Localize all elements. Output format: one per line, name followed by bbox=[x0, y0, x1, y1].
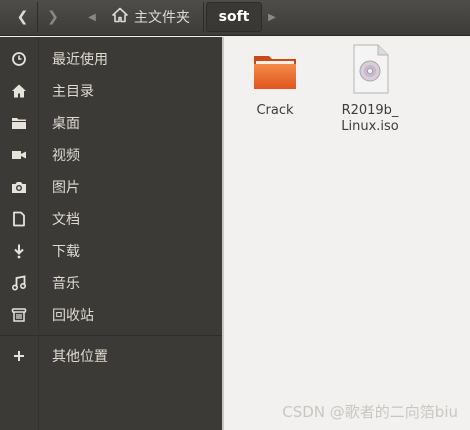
sidebar-item-label: 主目录 bbox=[52, 84, 94, 100]
path-scroll-left-button[interactable]: ◀ bbox=[82, 2, 102, 32]
breadcrumb-home-label: 主文件夹 bbox=[134, 10, 190, 26]
sidebar-item-trash[interactable]: 回收站 bbox=[0, 300, 222, 330]
sidebar-item-recent[interactable]: 最近使用 bbox=[0, 44, 222, 74]
sidebar-item-label: 文档 bbox=[52, 212, 80, 228]
sidebar: 最近使用 主目录 桌面 视频 图片 文档 下载 音乐 回收站 其他位置 bbox=[0, 37, 222, 430]
folder-icon bbox=[251, 47, 299, 99]
camera-icon bbox=[0, 172, 38, 202]
chevron-right-icon: ❯ bbox=[47, 9, 59, 25]
watermark: CSDN @歌者的二向箔biu bbox=[282, 403, 458, 421]
sidebar-item-label: 最近使用 bbox=[52, 52, 108, 68]
video-icon bbox=[0, 140, 38, 170]
breadcrumb-current[interactable]: soft bbox=[206, 2, 262, 32]
sidebar-item-documents[interactable]: 文档 bbox=[0, 204, 222, 234]
sidebar-item-videos[interactable]: 视频 bbox=[0, 140, 222, 170]
triangle-left-icon: ◀ bbox=[88, 11, 96, 23]
document-icon bbox=[0, 204, 38, 234]
sidebar-item-label: 其他位置 bbox=[52, 349, 108, 365]
sidebar-item-other-locations[interactable]: 其他位置 bbox=[0, 341, 222, 371]
plus-icon bbox=[0, 341, 38, 371]
folder-icon bbox=[0, 108, 38, 138]
triangle-right-icon: ▶ bbox=[268, 11, 276, 23]
sidebar-item-home[interactable]: 主目录 bbox=[0, 76, 222, 106]
sidebar-item-label: 视频 bbox=[52, 148, 80, 164]
music-icon bbox=[0, 268, 38, 298]
trash-icon bbox=[0, 300, 38, 330]
file-item-iso[interactable]: R2019b_ Linux.iso bbox=[330, 43, 410, 135]
breadcrumb-home[interactable]: 主文件夹 bbox=[104, 2, 204, 32]
home-icon bbox=[112, 7, 128, 27]
breadcrumb-current-label: soft bbox=[218, 9, 250, 25]
sidebar-item-label: 下载 bbox=[52, 244, 80, 260]
back-button[interactable]: ❮ bbox=[8, 2, 38, 32]
sidebar-item-music[interactable]: 音乐 bbox=[0, 268, 222, 298]
home-icon bbox=[0, 76, 38, 106]
sidebar-item-label: 音乐 bbox=[52, 276, 80, 292]
sidebar-divider bbox=[0, 335, 222, 336]
sidebar-item-downloads[interactable]: 下载 bbox=[0, 236, 222, 266]
sidebar-item-label: 桌面 bbox=[52, 116, 80, 132]
file-name: R2019b_ Linux.iso bbox=[341, 103, 399, 134]
file-item-crack[interactable]: Crack bbox=[235, 47, 315, 119]
sidebar-item-pictures[interactable]: 图片 bbox=[0, 172, 222, 202]
file-name: Crack bbox=[256, 103, 294, 118]
forward-button[interactable]: ❯ bbox=[38, 2, 68, 32]
sidebar-item-label: 图片 bbox=[52, 180, 80, 196]
sidebar-item-label: 回收站 bbox=[52, 308, 94, 324]
clock-icon bbox=[0, 44, 38, 74]
download-icon bbox=[0, 236, 38, 266]
sidebar-item-desktop[interactable]: 桌面 bbox=[0, 108, 222, 138]
file-view[interactable]: Crack R2019b_ Linux.iso bbox=[224, 37, 470, 430]
disc-image-icon bbox=[346, 43, 394, 99]
chevron-left-icon: ❮ bbox=[16, 9, 29, 25]
header-bar: ❮ ❯ ◀ 主文件夹 soft ▶ bbox=[0, 0, 470, 36]
path-scroll-right-button[interactable]: ▶ bbox=[264, 2, 280, 32]
